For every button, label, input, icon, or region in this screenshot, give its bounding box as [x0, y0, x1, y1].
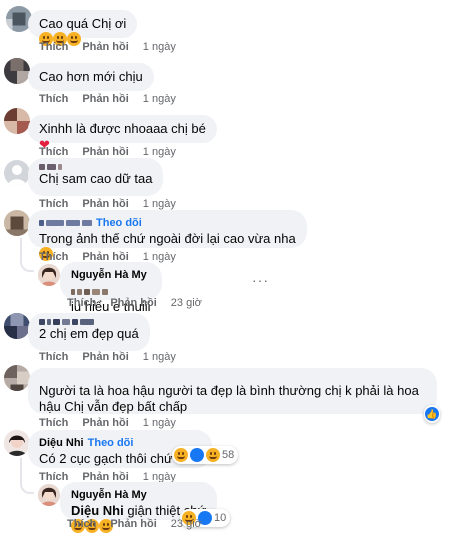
like-button[interactable]: Thích [39, 351, 68, 363]
comment-text: Người ta là hoa hậu người ta đẹp là bình… [39, 383, 419, 414]
reply-button[interactable]: Phản hồi [82, 198, 128, 210]
avatar[interactable] [4, 210, 30, 236]
author-name[interactable]: Nguyễn Hà My [71, 488, 147, 502]
author-name[interactable] [39, 220, 92, 226]
timestamp[interactable]: 23 giờ [171, 518, 202, 530]
follow-link[interactable]: Theo dõi [96, 216, 142, 230]
like-button[interactable]: Thích [39, 93, 68, 105]
comment-bubble: Người ta là hoa hậu người ta đẹp là bình… [28, 368, 437, 414]
author-name[interactable] [39, 319, 139, 325]
comment-text: Chị sam cao dữ taa [39, 171, 153, 186]
avatar[interactable] [4, 108, 30, 134]
like-button[interactable]: Thích [39, 198, 68, 210]
avatar[interactable] [4, 58, 30, 84]
reply-button[interactable]: Phản hồi [110, 518, 156, 530]
comment-text: Xinhh là được nhoaaa chị bé [39, 121, 206, 136]
timestamp[interactable]: 23 giờ [171, 297, 202, 309]
reaction-count[interactable]: 58 [172, 446, 239, 464]
avatar[interactable] [4, 365, 30, 391]
mention-tag[interactable]: Diệu Nhi [71, 503, 124, 518]
avatar[interactable] [4, 313, 30, 339]
comment-text: 2 chị em đẹp quá [39, 326, 139, 341]
avatar[interactable] [4, 430, 30, 456]
reply-button[interactable]: Phản hồi [82, 93, 128, 105]
timestamp[interactable]: 1 ngày [143, 198, 176, 210]
timestamp[interactable]: 1 ngày [143, 41, 176, 53]
reply-button[interactable]: Phản hồi [110, 297, 156, 309]
comment-text: Cao quá Chị ơi [39, 16, 127, 31]
comment-text: Trong ảnh thế chứ ngoài đời lại cao vừa … [39, 231, 296, 246]
like-button[interactable]: Thích [39, 417, 68, 429]
reply-thread-line [20, 238, 34, 272]
like-reaction-icon [190, 448, 204, 462]
comment-bubble: Cao hơn mới chịu [28, 63, 154, 91]
reaction-number: 10 [214, 512, 227, 524]
laugh-emoji-icon [174, 447, 188, 463]
follow-link[interactable]: Theo dõi [88, 436, 134, 450]
reply-thread-line [20, 458, 34, 494]
avatar[interactable] [4, 160, 30, 186]
comment-bubble: Theo dõi Trong ảnh thế chứ ngoài đời lại… [28, 210, 307, 261]
comment-bubble: Xinhh là được nhoaaa chị bé ❤ [28, 115, 217, 152]
author-name[interactable]: Diệu Nhi [39, 436, 84, 450]
author-name[interactable]: Nguyễn Hà My [71, 268, 147, 282]
like-button[interactable]: Thích [67, 518, 96, 530]
timestamp[interactable]: 1 ngày [143, 351, 176, 363]
reaction-number: 58 [222, 449, 235, 461]
laugh-emoji-icon [206, 447, 220, 463]
comment-text: Cao hơn mới chịu [39, 69, 143, 84]
reply-button[interactable]: Phản hồi [82, 146, 128, 158]
timestamp[interactable]: 1 ngày [143, 146, 176, 158]
avatar[interactable] [38, 264, 60, 286]
timestamp[interactable]: 1 ngày [143, 417, 176, 429]
timestamp[interactable]: 1 ngày [143, 93, 176, 105]
comment-bubble: Chị sam cao dữ taa [28, 158, 164, 196]
avatar[interactable] [38, 484, 60, 506]
like-button[interactable]: Thích [39, 146, 68, 158]
like-reaction-icon: 👍 [425, 407, 439, 421]
reply-bubble: Nguyễn Hà My iu hiểu e thuiii [60, 262, 162, 329]
more-options-icon[interactable]: ··· [252, 272, 269, 288]
reply-button[interactable]: Phản hồi [82, 41, 128, 53]
comment-bubble: 2 chị em đẹp quá [28, 313, 150, 351]
like-button[interactable]: Thích [39, 41, 68, 53]
like-button[interactable]: Thích [67, 297, 96, 309]
like-button[interactable]: Thích [39, 471, 68, 483]
reply-button[interactable]: Phản hồi [82, 417, 128, 429]
reply-button[interactable]: Phản hồi [82, 351, 128, 363]
author-name[interactable] [39, 164, 152, 170]
mention-tag[interactable] [71, 289, 108, 295]
reaction-count[interactable]: 👍 [424, 405, 440, 423]
comment-bubble: Cao quá Chị ơi [28, 10, 138, 46]
like-button[interactable]: Thích [39, 251, 68, 263]
